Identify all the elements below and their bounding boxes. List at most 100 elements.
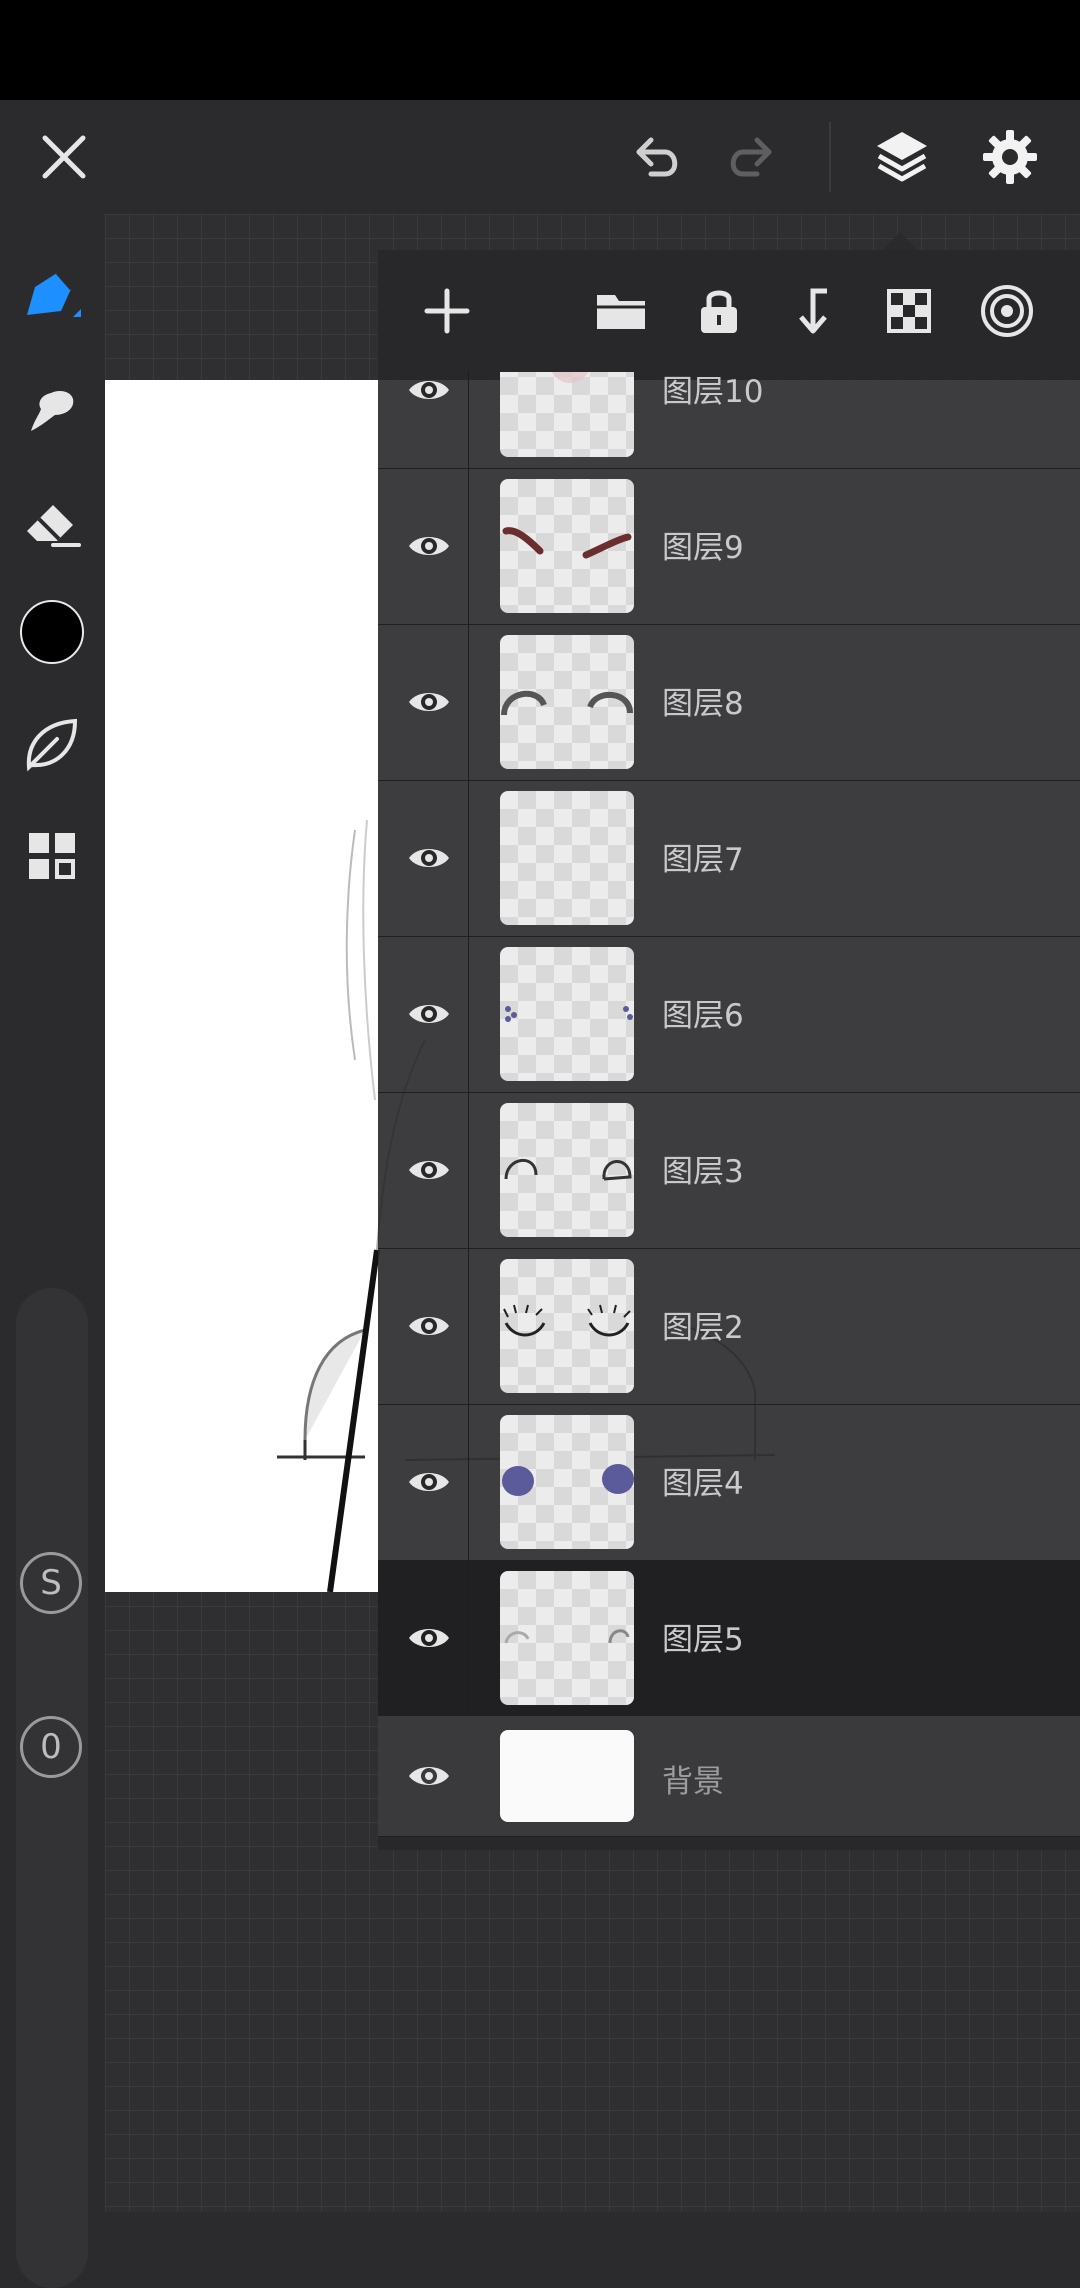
eye-icon: [409, 1473, 449, 1491]
row-divider: [468, 468, 469, 624]
merge-down-icon: [799, 288, 827, 334]
layer-row[interactable]: 图层2: [378, 1248, 1080, 1405]
eye-icon: [409, 1767, 449, 1785]
left-toolbar: S 0: [0, 214, 105, 2288]
add-layer-button[interactable]: [410, 274, 484, 348]
eraser-tool[interactable]: [10, 480, 94, 564]
status-bar: [0, 0, 1080, 100]
layer-name: 图层3: [662, 1154, 744, 1190]
lock-button[interactable]: [682, 274, 756, 348]
row-divider: [468, 1404, 469, 1560]
top-toolbar: [0, 100, 1080, 214]
leaf-icon: [26, 718, 78, 772]
layer-thumbnail: [500, 1571, 634, 1705]
visibility-toggle[interactable]: [398, 983, 460, 1045]
target-icon: [981, 285, 1033, 337]
redo-icon: [730, 137, 772, 177]
row-divider: [468, 936, 469, 1092]
layer-row[interactable]: 图层9: [378, 468, 1080, 625]
eye-icon: [409, 693, 449, 711]
reference-button[interactable]: [970, 274, 1044, 348]
smudge-icon: [31, 391, 74, 431]
folder-button[interactable]: [584, 274, 658, 348]
layers-panel: 图层10 图层9 图层8 图层7 图层6 图层3 图层2 图层4 图层5 背景: [378, 250, 1080, 1850]
layer-row[interactable]: 图层7: [378, 780, 1080, 937]
plus-icon: [424, 288, 470, 334]
layer-name: 图层9: [662, 530, 744, 566]
layer-thumbnail: [500, 479, 634, 613]
gallery-tool[interactable]: [10, 814, 94, 898]
layer-row[interactable]: 图层3: [378, 1092, 1080, 1249]
eye-icon: [409, 1005, 449, 1023]
brush-tool[interactable]: [10, 256, 94, 340]
layer-row-selected[interactable]: 图层5: [378, 1560, 1080, 1717]
size-slider-label: S: [20, 1552, 82, 1614]
layer-thumbnail: [500, 372, 634, 457]
layer-name: 图层5: [662, 1622, 744, 1658]
merge-down-button[interactable]: [776, 274, 850, 348]
layer-name: 图层4: [662, 1466, 744, 1502]
layer-thumbnail: [500, 635, 634, 769]
eye-icon: [409, 537, 449, 555]
visibility-toggle[interactable]: [398, 1607, 460, 1669]
layer-name: 图层6: [662, 998, 744, 1034]
close-icon: [42, 135, 86, 179]
eraser-icon: [27, 505, 81, 547]
row-divider: [468, 780, 469, 936]
row-divider: [468, 1248, 469, 1404]
layer-name: 图层8: [662, 686, 744, 722]
undo-button[interactable]: [616, 117, 696, 197]
color-picker[interactable]: [10, 590, 94, 674]
visibility-toggle[interactable]: [398, 1745, 460, 1807]
visibility-toggle[interactable]: [398, 1139, 460, 1201]
eye-icon: [409, 1161, 449, 1179]
layer-row[interactable]: 图层10: [378, 372, 1080, 469]
layer-thumbnail: [500, 1259, 634, 1393]
layer-name: 图层10: [662, 374, 764, 410]
layer-thumbnail: [500, 791, 634, 925]
panel-caret: [880, 232, 920, 252]
close-button[interactable]: [24, 117, 104, 197]
settings-button[interactable]: [970, 117, 1050, 197]
redo-button[interactable]: [712, 117, 792, 197]
row-divider: [468, 1560, 469, 1716]
layers-button[interactable]: [862, 117, 942, 197]
layer-thumbnail: [500, 947, 634, 1081]
row-divider: [468, 1092, 469, 1248]
layer-row[interactable]: 图层8: [378, 624, 1080, 781]
grid-icon: [29, 833, 75, 879]
layer-list: 图层10 图层9 图层8 图层7 图层6 图层3 图层2 图层4 图层5 背景: [378, 372, 1080, 1850]
layers-panel-header: [378, 250, 1080, 372]
eye-icon: [409, 1629, 449, 1647]
layer-thumbnail: [500, 1103, 634, 1237]
visibility-toggle[interactable]: [398, 372, 460, 421]
opacity-slider-label: 0: [20, 1716, 82, 1778]
visibility-toggle[interactable]: [398, 671, 460, 733]
visibility-toggle[interactable]: [398, 515, 460, 577]
eye-icon: [409, 1317, 449, 1335]
eye-icon: [409, 849, 449, 867]
folder-icon: [597, 295, 645, 329]
undo-icon: [636, 137, 678, 177]
gear-icon: [983, 130, 1037, 184]
current-color-swatch: [20, 600, 84, 664]
layer-row-background[interactable]: 背景: [378, 1716, 1080, 1837]
layer-row[interactable]: 图层4: [378, 1404, 1080, 1561]
visibility-toggle[interactable]: [398, 1295, 460, 1357]
layer-name: 图层2: [662, 1310, 744, 1346]
transparency-lock-button[interactable]: [872, 274, 946, 348]
layer-thumbnail: [500, 1415, 634, 1549]
toolbar-separator: [829, 122, 831, 192]
visibility-toggle[interactable]: [398, 1451, 460, 1513]
brush-icon: [27, 272, 81, 317]
visibility-toggle[interactable]: [398, 827, 460, 889]
smudge-tool[interactable]: [10, 368, 94, 452]
lock-icon: [701, 290, 737, 333]
layer-name: 图层7: [662, 842, 744, 878]
layers-icon: [877, 132, 927, 182]
leaf-tool[interactable]: [10, 702, 94, 786]
eye-icon: [409, 381, 449, 399]
layer-row[interactable]: 图层6: [378, 936, 1080, 1093]
background-thumbnail: [500, 1730, 634, 1822]
row-divider: [468, 372, 469, 468]
